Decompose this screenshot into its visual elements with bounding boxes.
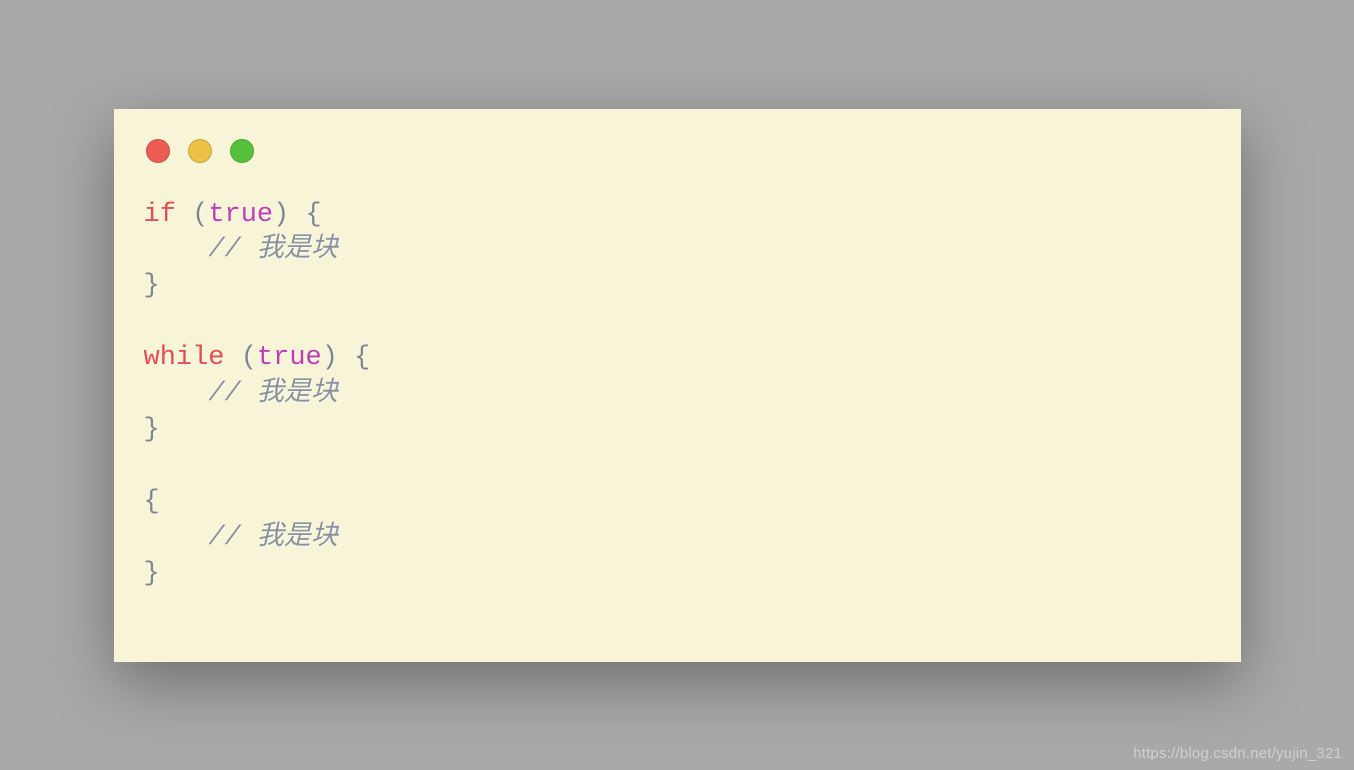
keyword-while: while (144, 343, 225, 373)
punct: ( (225, 343, 257, 373)
code-window: if (true) { // 我是块 } while (true) { // 我… (114, 109, 1241, 662)
boolean-true: true (257, 343, 322, 373)
comment: // 我是块 (208, 235, 338, 265)
code-block: if (true) { // 我是块 } while (true) { // 我… (144, 198, 1211, 593)
comment: // 我是块 (208, 523, 338, 553)
window-controls (146, 139, 1211, 163)
indent (144, 523, 209, 553)
boolean-true: true (208, 200, 273, 230)
punct: ) { (273, 200, 322, 230)
close-icon[interactable] (146, 139, 170, 163)
punct: ) { (322, 343, 371, 373)
comment: // 我是块 (208, 379, 338, 409)
brace-close: } (144, 415, 160, 445)
indent (144, 379, 209, 409)
minimize-icon[interactable] (188, 139, 212, 163)
brace-open: { (144, 487, 160, 517)
brace-close: } (144, 559, 160, 589)
maximize-icon[interactable] (230, 139, 254, 163)
brace-close: } (144, 271, 160, 301)
watermark: https://blog.csdn.net/yujin_321 (1133, 745, 1342, 762)
indent (144, 235, 209, 265)
keyword-if: if (144, 200, 176, 230)
punct: ( (176, 200, 208, 230)
